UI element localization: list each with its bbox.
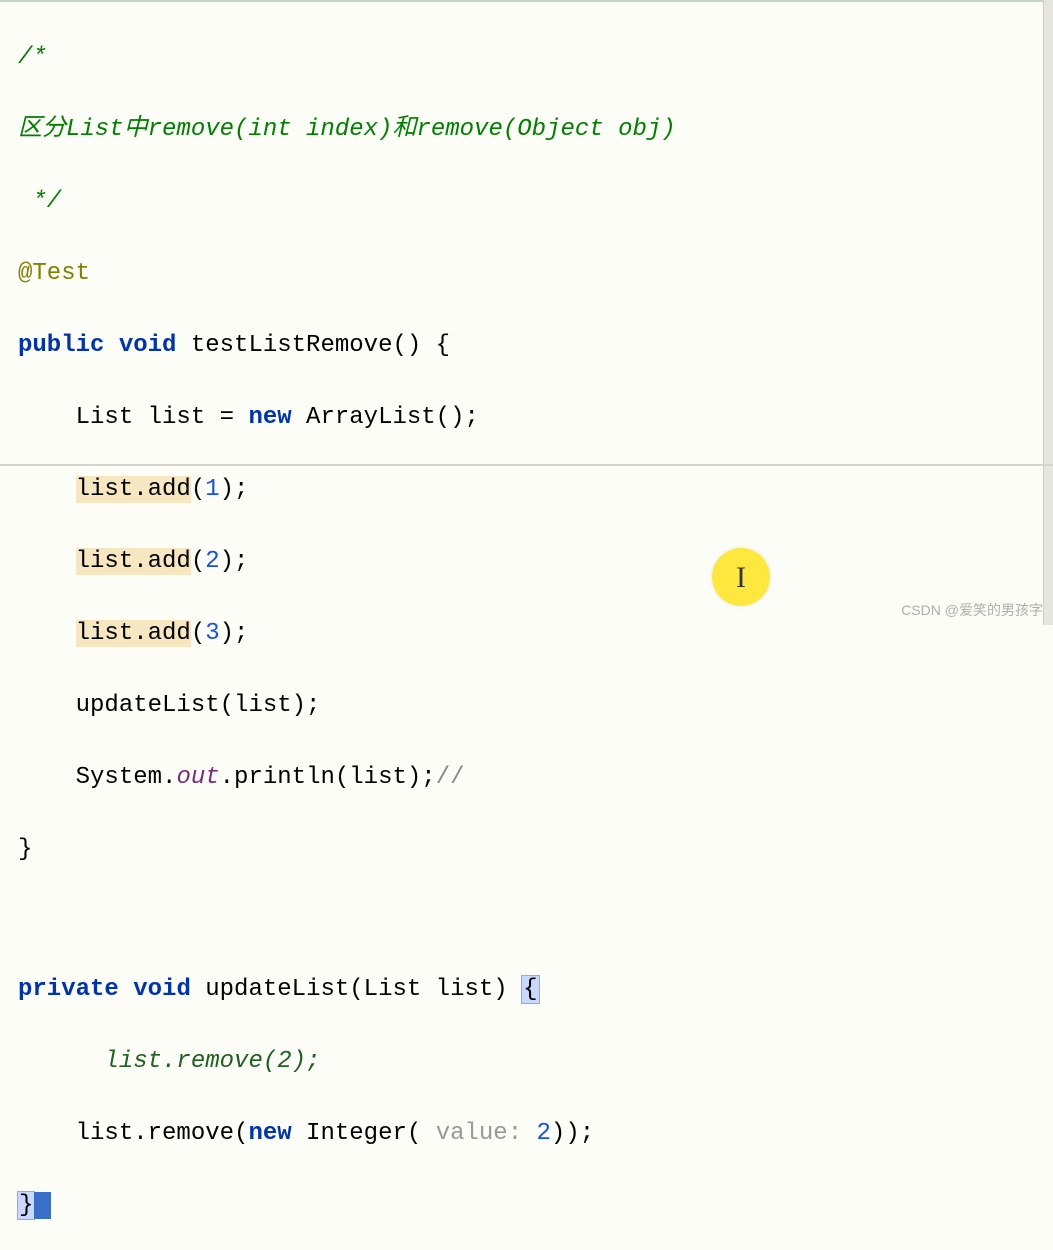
text: Integer( xyxy=(292,1120,436,1147)
keyword-new: new xyxy=(248,1120,291,1147)
test-annotation: @Test xyxy=(18,260,90,287)
block-comment-open: /* xyxy=(18,44,47,71)
commented-code: list.remove(2); xyxy=(104,1048,320,1075)
code-line: list.remove(2); xyxy=(18,1044,1035,1080)
number-literal: 3 xyxy=(205,620,219,647)
brace-open-matched: { xyxy=(521,975,539,1004)
text: )); xyxy=(551,1120,594,1147)
watermark-text: CSDN @爱笑的男孩字 xyxy=(901,600,1043,621)
list-type: List xyxy=(76,404,134,431)
brace-close-matched: } xyxy=(17,1191,35,1220)
method-call: updateList(list); xyxy=(76,692,321,719)
code-line: list.add(1); xyxy=(18,472,1035,508)
add-call-warn: list.add xyxy=(76,548,191,575)
block-comment-body: 区分List中remove(int index)和remove(Object o… xyxy=(18,116,676,143)
inlay-hint-value: value: xyxy=(436,1120,537,1147)
cursor-highlight: I xyxy=(712,548,770,606)
code-editor[interactable]: private void updateList(List list) { lis… xyxy=(0,932,1053,1250)
code-line: System.out.println(list);// xyxy=(18,760,1035,796)
code-line: /* xyxy=(18,40,1035,76)
code-line: 区分List中remove(int index)和remove(Object o… xyxy=(18,112,1035,148)
keyword-private: private xyxy=(18,976,119,1003)
text-cursor-icon: I xyxy=(736,555,746,600)
text: System. xyxy=(76,764,177,791)
code-line: list.add(3); xyxy=(18,616,1035,652)
static-field-out: out xyxy=(176,764,219,791)
text: list.remove( xyxy=(76,1120,249,1147)
block-comment-close: */ xyxy=(18,188,61,215)
code-editor[interactable]: /* 区分List中remove(int index)和remove(Objec… xyxy=(0,0,1053,908)
code-line: } xyxy=(18,832,1035,868)
add-call-warn: list.add xyxy=(76,476,191,503)
line-comment: // xyxy=(436,764,465,791)
code-line: list.add(2); xyxy=(18,544,1035,580)
method-separator xyxy=(0,464,1053,466)
editor-caret xyxy=(34,1192,50,1219)
text: list = xyxy=(133,404,248,431)
number-literal: 2 xyxy=(537,1120,551,1147)
close-brace: } xyxy=(18,836,32,863)
code-line: private void updateList(List list) { xyxy=(18,972,1035,1008)
number-literal: 2 xyxy=(205,548,219,575)
keyword-void: void xyxy=(119,332,177,359)
code-line: list.remove(new Integer( value: 2)); xyxy=(18,1116,1035,1152)
code-line: */ xyxy=(18,184,1035,220)
code-line: updateList(list); xyxy=(18,688,1035,724)
code-line: @Test xyxy=(18,256,1035,292)
text: .println(list); xyxy=(220,764,436,791)
code-line: public void testListRemove() { xyxy=(18,328,1035,364)
add-call-warn: list.add xyxy=(76,620,191,647)
code-line: List list = new ArrayList(); xyxy=(18,400,1035,436)
method-name: updateList(List list) xyxy=(191,976,522,1003)
text: ArrayList(); xyxy=(292,404,479,431)
number-literal: 1 xyxy=(205,476,219,503)
keyword-void: void xyxy=(133,976,191,1003)
code-line: } xyxy=(18,1188,1035,1224)
keyword-public: public xyxy=(18,332,104,359)
method-name: testListRemove() { xyxy=(176,332,450,359)
scrollbar-track[interactable] xyxy=(1043,0,1053,625)
keyword-new: new xyxy=(248,404,291,431)
